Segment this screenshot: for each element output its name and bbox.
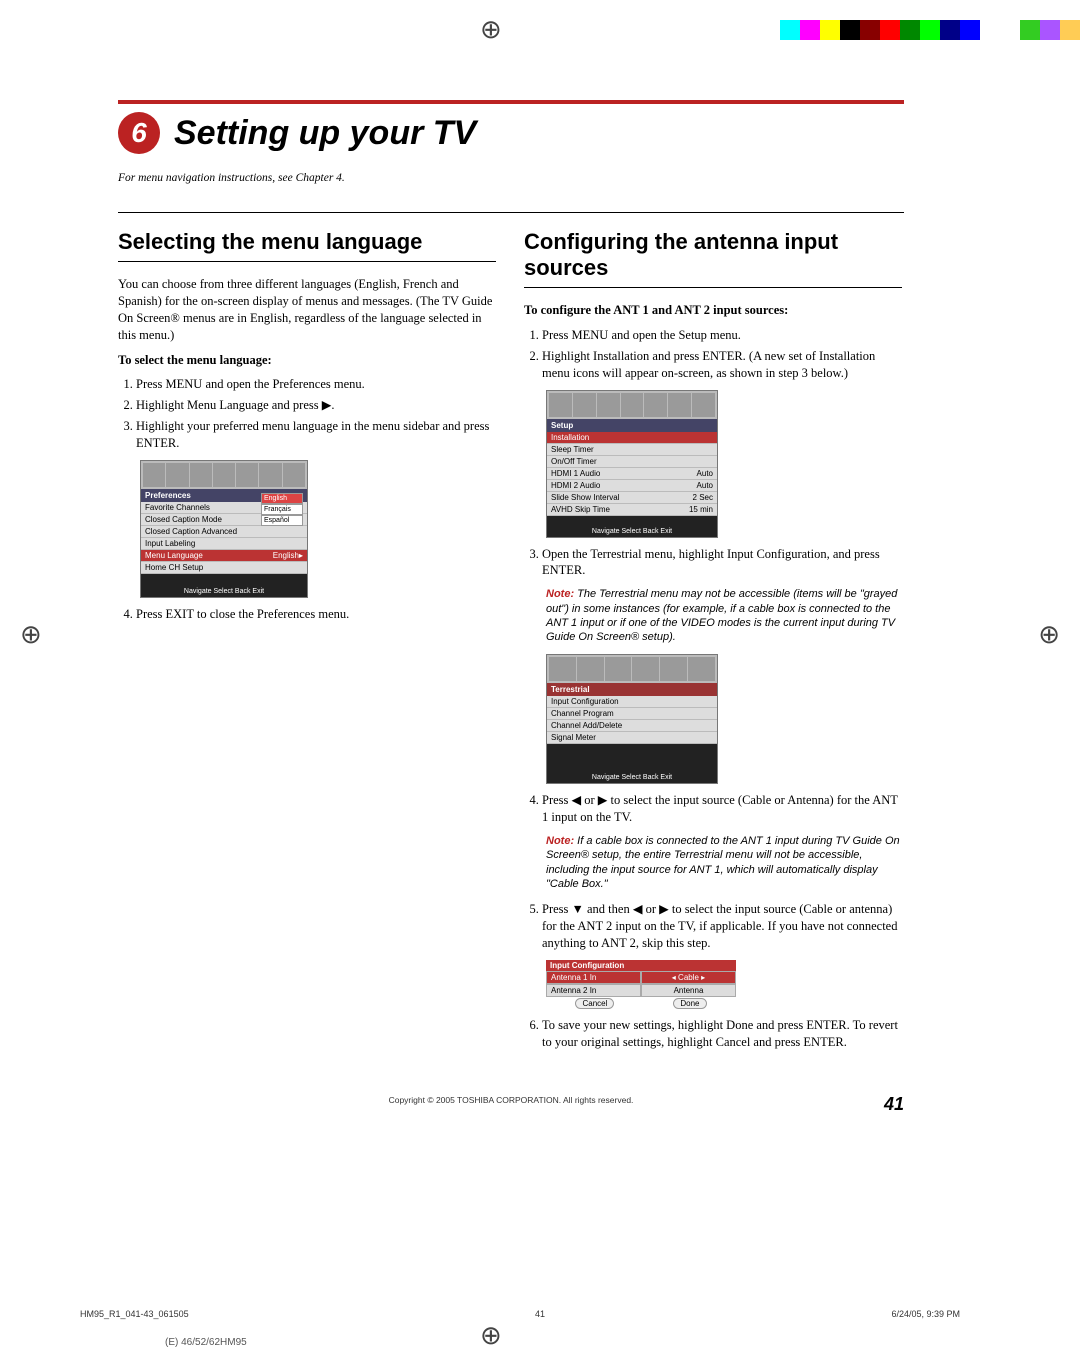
step-list: Press MENU and open the Setup menu. High… bbox=[542, 327, 902, 382]
separator-rule bbox=[118, 100, 904, 104]
nav-note: For menu navigation instructions, see Ch… bbox=[118, 172, 904, 184]
osd-row: AVHD Skip Time15 min bbox=[547, 504, 717, 516]
language-option: English bbox=[261, 493, 303, 504]
step: Press EXIT to close the Preferences menu… bbox=[136, 606, 496, 623]
chapter-header: 6 Setting up your TV bbox=[118, 112, 904, 154]
osd-input-config: Input Configuration Antenna 1 In ◂ Cable… bbox=[546, 960, 736, 1009]
osd-footer-hints: Navigate Select Back Exit bbox=[547, 528, 717, 535]
osd-preferences-menu: Preferences Favorite ChannelsClosed Capt… bbox=[140, 460, 308, 598]
osd-header: Input Configuration bbox=[546, 960, 736, 971]
inputcfg-button: Done bbox=[673, 998, 706, 1009]
osd-footer-hints: Navigate Select Back Exit bbox=[141, 588, 307, 595]
step: Highlight your preferred menu language i… bbox=[136, 418, 496, 452]
page: 6 Setting up your TV For menu navigation… bbox=[118, 100, 904, 1105]
step-list: Press ▼ and then ◀ or ▶ to select the in… bbox=[542, 901, 902, 952]
osd-row: On/Off Timer bbox=[547, 456, 717, 468]
osd-row: Input Labeling bbox=[141, 538, 307, 550]
step-list: Press MENU and open the Preferences menu… bbox=[136, 376, 496, 452]
note-block: Note: The Terrestrial menu may not be ac… bbox=[546, 587, 902, 644]
osd-icon-tabs bbox=[547, 391, 717, 419]
step-list: Open the Terrestrial menu, highlight Inp… bbox=[542, 546, 902, 580]
language-option: Español bbox=[261, 515, 303, 526]
osd-row: Sleep Timer bbox=[547, 444, 717, 456]
section-heading: Configuring the antenna input sources bbox=[524, 229, 902, 281]
osd-row: Home CH Setup bbox=[141, 562, 307, 574]
osd-row: Slide Show Interval2 Sec bbox=[547, 492, 717, 504]
osd-language-sidebar: English Français Español bbox=[261, 493, 303, 526]
osd-header: Terrestrial bbox=[547, 683, 717, 696]
step-list: To save your new settings, highlight Don… bbox=[542, 1017, 902, 1051]
section-heading: Selecting the menu language bbox=[118, 229, 496, 255]
step: Press ◀ or ▶ to select the input source … bbox=[542, 792, 902, 826]
print-footer-sub: (E) 46/52/62HM95 bbox=[165, 1337, 247, 1348]
chapter-title: Setting up your TV bbox=[174, 114, 476, 153]
right-column: Configuring the antenna input sources To… bbox=[524, 229, 902, 1059]
osd-row: Channel Add/Delete bbox=[547, 720, 717, 732]
step: Press MENU and open the Preferences menu… bbox=[136, 376, 496, 393]
print-footer: HM95_R1_041-43_061505 41 6/24/05, 9:39 P… bbox=[80, 1309, 960, 1319]
osd-icon-tabs bbox=[141, 461, 307, 489]
inputcfg-value: ◂ Cable ▸ bbox=[641, 971, 736, 984]
osd-row: Input Configuration bbox=[547, 696, 717, 708]
osd-terrestrial-menu: Terrestrial Input ConfigurationChannel P… bbox=[546, 654, 718, 784]
osd-row: Channel Program bbox=[547, 708, 717, 720]
page-number: 41 bbox=[884, 1094, 904, 1115]
step: Highlight Installation and press ENTER. … bbox=[542, 348, 902, 382]
procedure-label: To select the menu language: bbox=[118, 352, 496, 369]
step: Highlight Menu Language and press ▶. bbox=[136, 397, 496, 414]
osd-footer-hints: Navigate Select Back Exit bbox=[547, 774, 717, 781]
step-list: Press EXIT to close the Preferences menu… bbox=[136, 606, 496, 623]
chapter-number-badge: 6 bbox=[118, 112, 160, 154]
step: To save your new settings, highlight Don… bbox=[542, 1017, 902, 1051]
osd-row: HDMI 2 AudioAuto bbox=[547, 480, 717, 492]
osd-header: Setup bbox=[547, 419, 717, 432]
inputcfg-label: Antenna 1 In bbox=[546, 971, 641, 984]
inputcfg-label: Antenna 2 In bbox=[546, 984, 641, 997]
osd-row: Closed Caption Advanced bbox=[141, 526, 307, 538]
osd-row: HDMI 1 AudioAuto bbox=[547, 468, 717, 480]
left-column: Selecting the menu language You can choo… bbox=[118, 229, 496, 1059]
osd-row-selected: Installation bbox=[547, 432, 717, 444]
step: Press ▼ and then ◀ or ▶ to select the in… bbox=[542, 901, 902, 952]
step: Press MENU and open the Setup menu. bbox=[542, 327, 902, 344]
intro-paragraph: You can choose from three different lang… bbox=[118, 276, 496, 344]
copyright-line: Copyright © 2005 TOSHIBA CORPORATION. Al… bbox=[118, 1095, 904, 1105]
osd-row: Menu LanguageEnglish▸ bbox=[141, 550, 307, 562]
language-option: Français bbox=[261, 504, 303, 515]
procedure-label: To configure the ANT 1 and ANT 2 input s… bbox=[524, 302, 902, 319]
color-calibration-bar bbox=[780, 20, 1080, 40]
step-list: Press ◀ or ▶ to select the input source … bbox=[542, 792, 902, 826]
osd-setup-menu: Setup Installation Sleep TimerOn/Off Tim… bbox=[546, 390, 718, 538]
note-block: Note: If a cable box is connected to the… bbox=[546, 834, 902, 891]
osd-icon-tabs bbox=[547, 655, 717, 683]
step: Open the Terrestrial menu, highlight Inp… bbox=[542, 546, 902, 580]
osd-row: Signal Meter bbox=[547, 732, 717, 744]
inputcfg-button: Cancel bbox=[575, 998, 614, 1009]
inputcfg-value: Antenna bbox=[641, 984, 736, 997]
